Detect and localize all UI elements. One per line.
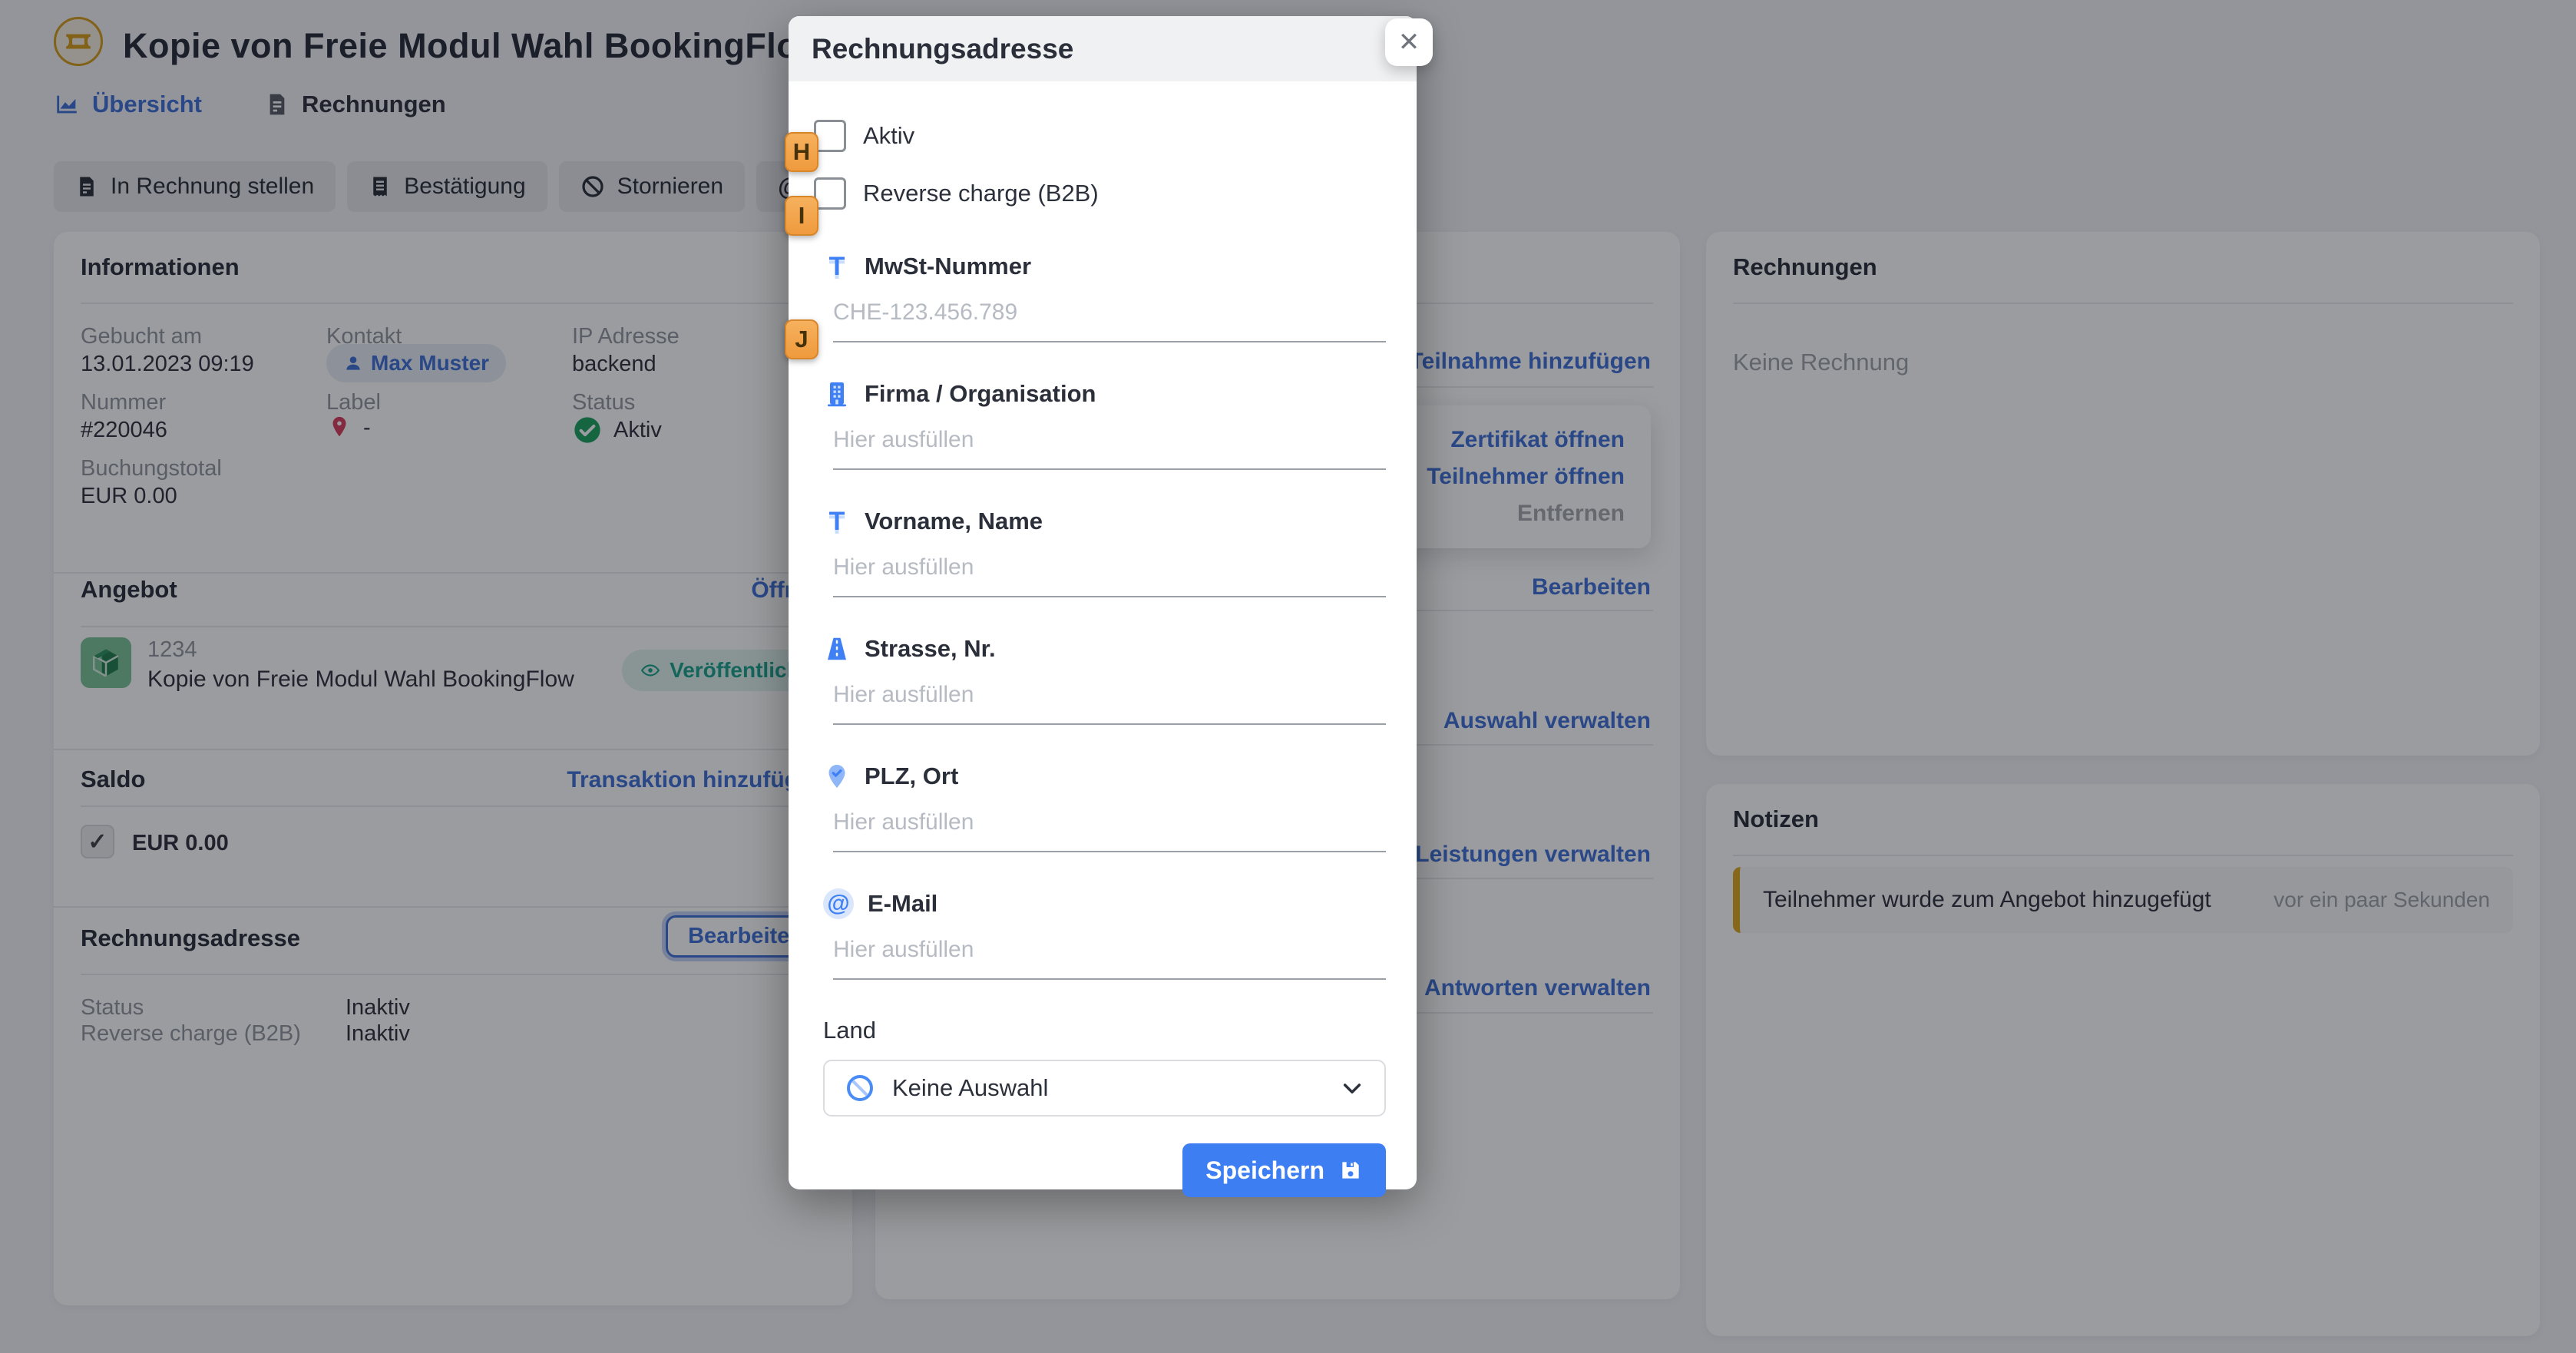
- name-input[interactable]: [833, 554, 1386, 597]
- city-input[interactable]: [833, 809, 1386, 852]
- country-select-value: Keine Auswahl: [892, 1074, 1323, 1102]
- text-type-icon: T: [823, 507, 851, 537]
- save-label: Speichern: [1205, 1156, 1324, 1185]
- country-label: Land: [823, 1017, 1386, 1044]
- field-label: Strasse, Nr.: [865, 635, 996, 663]
- modal-header: Rechnungsadresse: [789, 16, 1417, 81]
- close-glyph: ✕: [1398, 27, 1420, 58]
- modal-title: Rechnungsadresse: [812, 33, 1073, 65]
- city-field: PLZ, Ort: [823, 762, 1386, 852]
- modal-body: Aktiv Reverse charge (B2B) T MwSt-Nummer: [789, 81, 1417, 1229]
- chevron-down-icon: [1340, 1076, 1364, 1100]
- save-button[interactable]: Speichern: [1182, 1143, 1386, 1197]
- field-label: PLZ, Ort: [865, 763, 958, 790]
- aktiv-checkbox-row: Aktiv: [814, 120, 1386, 152]
- name-field: T Vorname, Name: [823, 507, 1386, 597]
- hint-badge-h[interactable]: H: [785, 132, 818, 172]
- hint-badge-j[interactable]: J: [785, 319, 818, 359]
- close-icon[interactable]: ✕: [1385, 18, 1433, 66]
- text-type-icon: T: [823, 252, 851, 282]
- modal-footer: Speichern: [823, 1143, 1386, 1197]
- road-icon: [823, 635, 851, 663]
- reverse-charge-checkbox-label: Reverse charge (B2B): [863, 180, 1099, 207]
- billing-address-modal: Rechnungsadresse ✕ Aktiv Reverse charge …: [789, 16, 1417, 1189]
- reverse-charge-checkbox[interactable]: [814, 177, 846, 210]
- save-disk-icon: [1338, 1158, 1363, 1183]
- aktiv-checkbox[interactable]: [814, 120, 846, 152]
- email-input[interactable]: [833, 937, 1386, 980]
- at-icon: @: [823, 888, 854, 919]
- field-label: E-Mail: [868, 890, 937, 918]
- street-input[interactable]: [833, 682, 1386, 725]
- field-label: Firma / Organisation: [865, 380, 1096, 408]
- vat-field: T MwSt-Nummer: [823, 252, 1386, 342]
- map-pin-icon: [823, 763, 851, 790]
- vat-input[interactable]: [833, 299, 1386, 342]
- field-label: Vorname, Name: [865, 508, 1043, 535]
- no-selection-icon: [845, 1073, 875, 1103]
- building-icon: [823, 380, 851, 408]
- country-select[interactable]: Keine Auswahl: [823, 1060, 1386, 1116]
- email-field: @ E-Mail: [823, 889, 1386, 980]
- reverse-charge-checkbox-row: Reverse charge (B2B): [814, 177, 1386, 210]
- company-input[interactable]: [833, 427, 1386, 470]
- aktiv-checkbox-label: Aktiv: [863, 122, 914, 150]
- field-label: MwSt-Nummer: [865, 253, 1031, 280]
- hint-badge-i[interactable]: I: [785, 196, 818, 236]
- street-field: Strasse, Nr.: [823, 634, 1386, 725]
- company-field: Firma / Organisation: [823, 379, 1386, 470]
